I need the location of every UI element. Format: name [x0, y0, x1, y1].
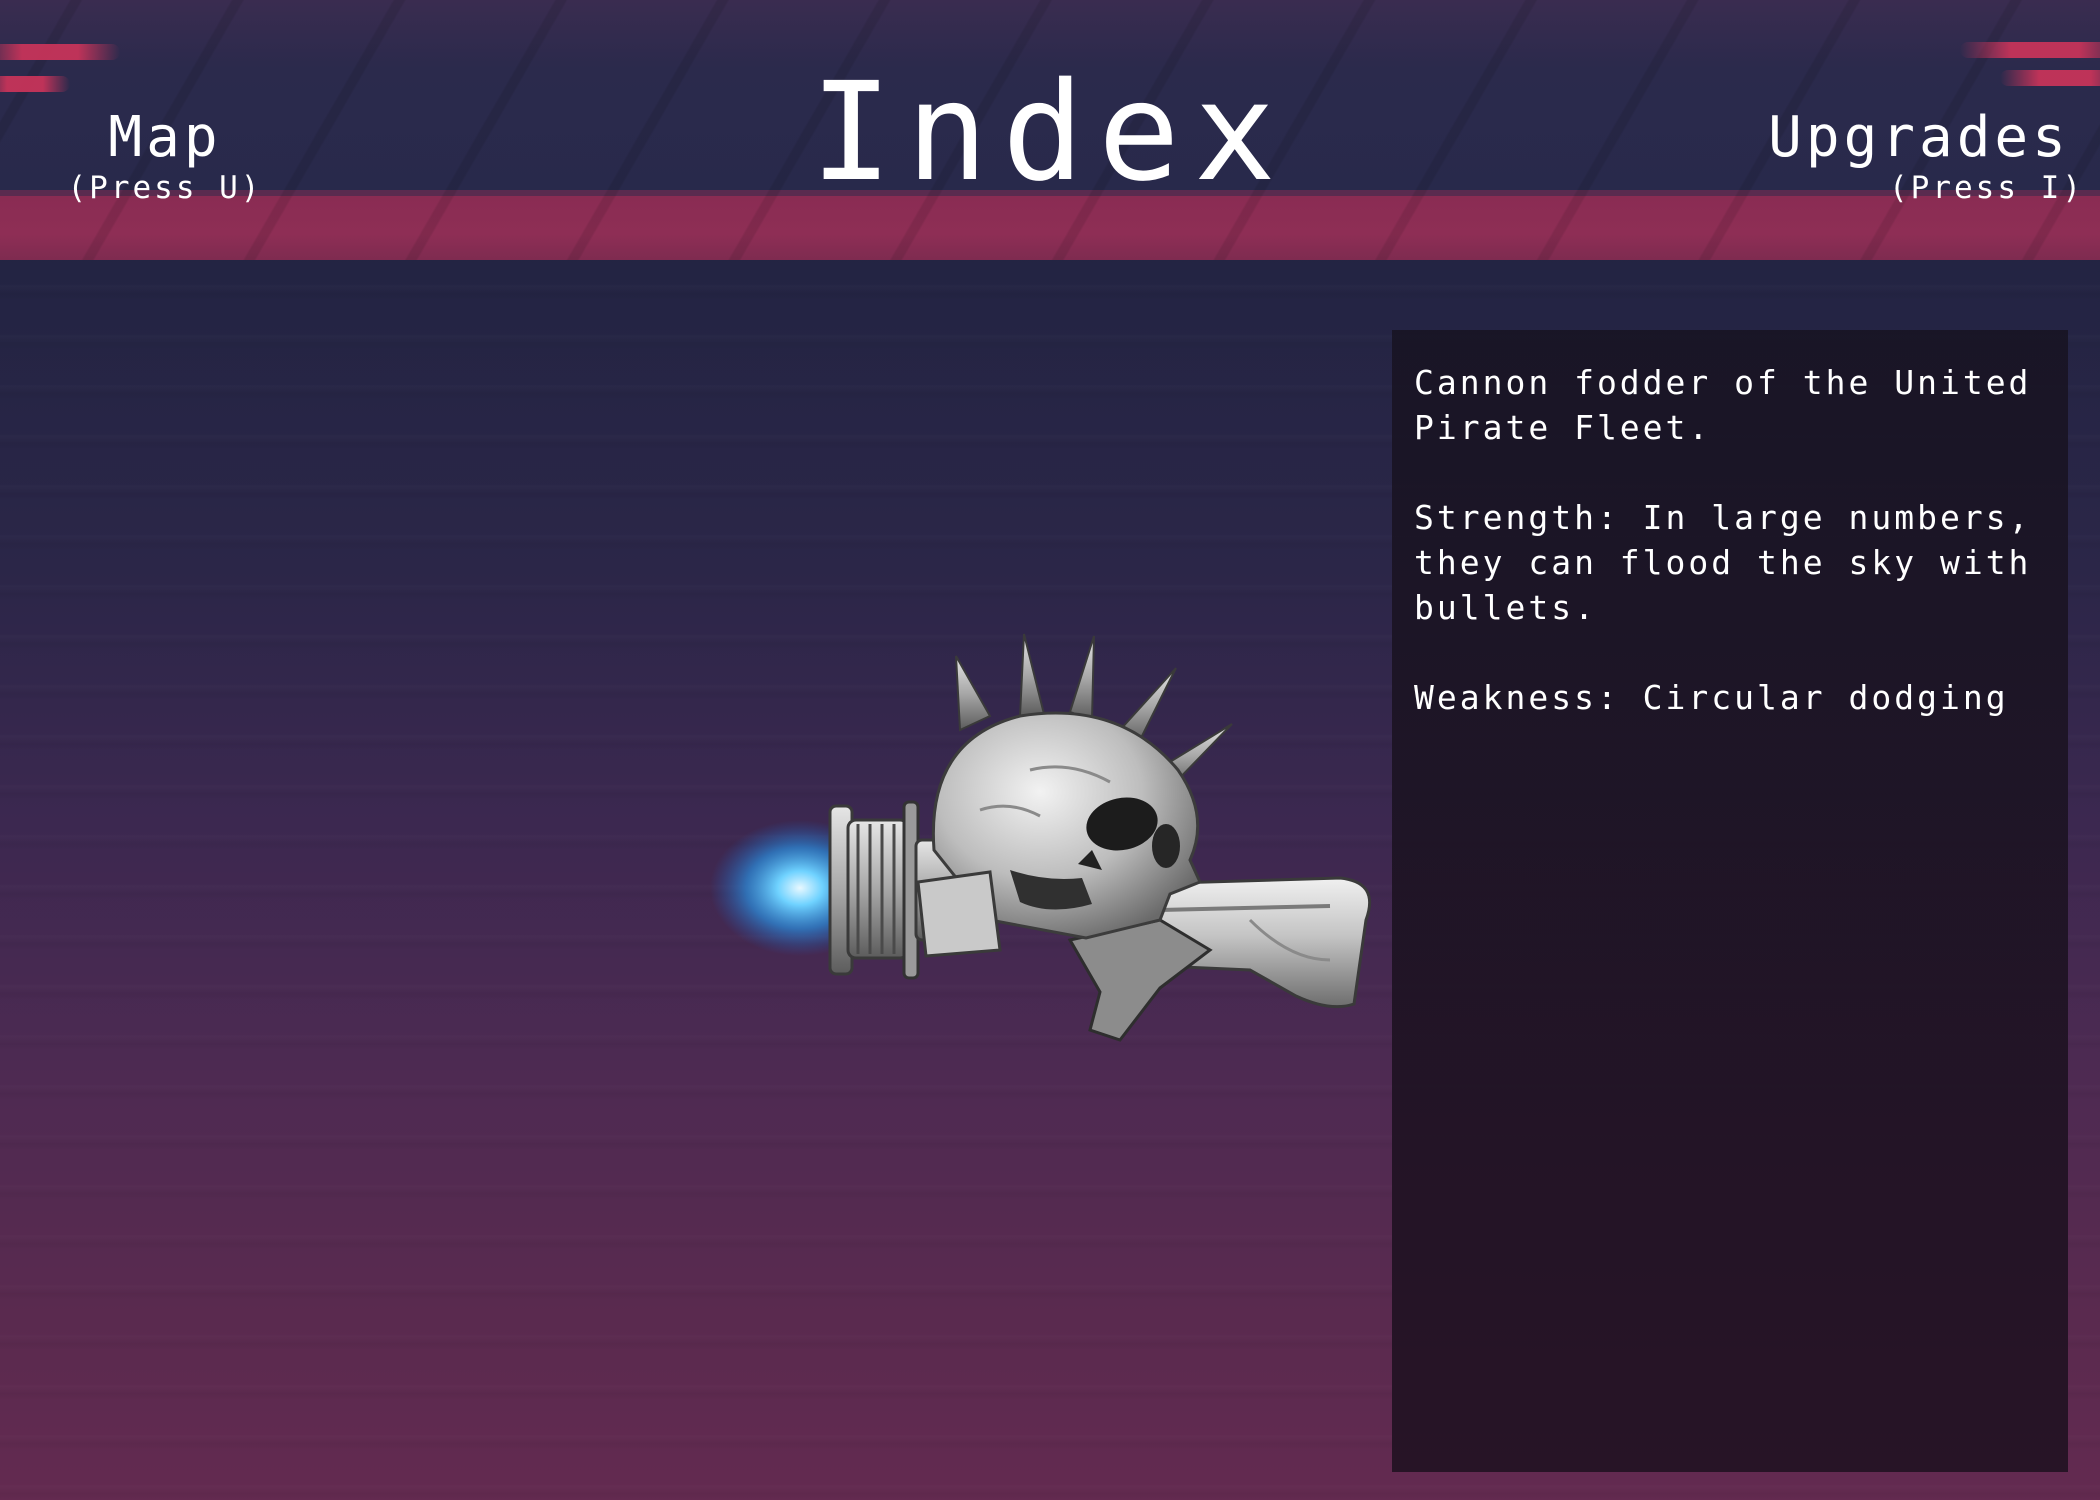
skull-ship-icon	[710, 633, 1372, 1042]
map-nav-button[interactable]: Map (Press U)	[58, 105, 272, 207]
map-nav-hint: (Press U)	[67, 170, 263, 206]
upgrades-nav-hint: (Press I)	[1889, 170, 2084, 206]
upgrades-nav-label: Upgrades	[1768, 105, 2070, 170]
enemy-strength: Strength: In large numbers, they can flo…	[1414, 498, 2055, 627]
hull-panel	[916, 870, 1002, 958]
index-screen: Index Map (Press U) Upgrades (Press I) C…	[0, 0, 2100, 1500]
header-dash-decoration	[1960, 42, 2100, 58]
map-nav-label: Map	[108, 105, 222, 170]
upgrades-nav-button[interactable]: Upgrades (Press I)	[1754, 105, 2084, 207]
enemy-info-panel: Cannon fodder of the United Pirate Fleet…	[1392, 330, 2068, 1472]
header-bar: Index Map (Press U) Upgrades (Press I)	[0, 0, 2100, 260]
enemy-weakness: Weakness: Circular dodging	[1414, 678, 2009, 717]
enemy-description: Cannon fodder of the United Pirate Fleet…	[1414, 363, 2055, 447]
